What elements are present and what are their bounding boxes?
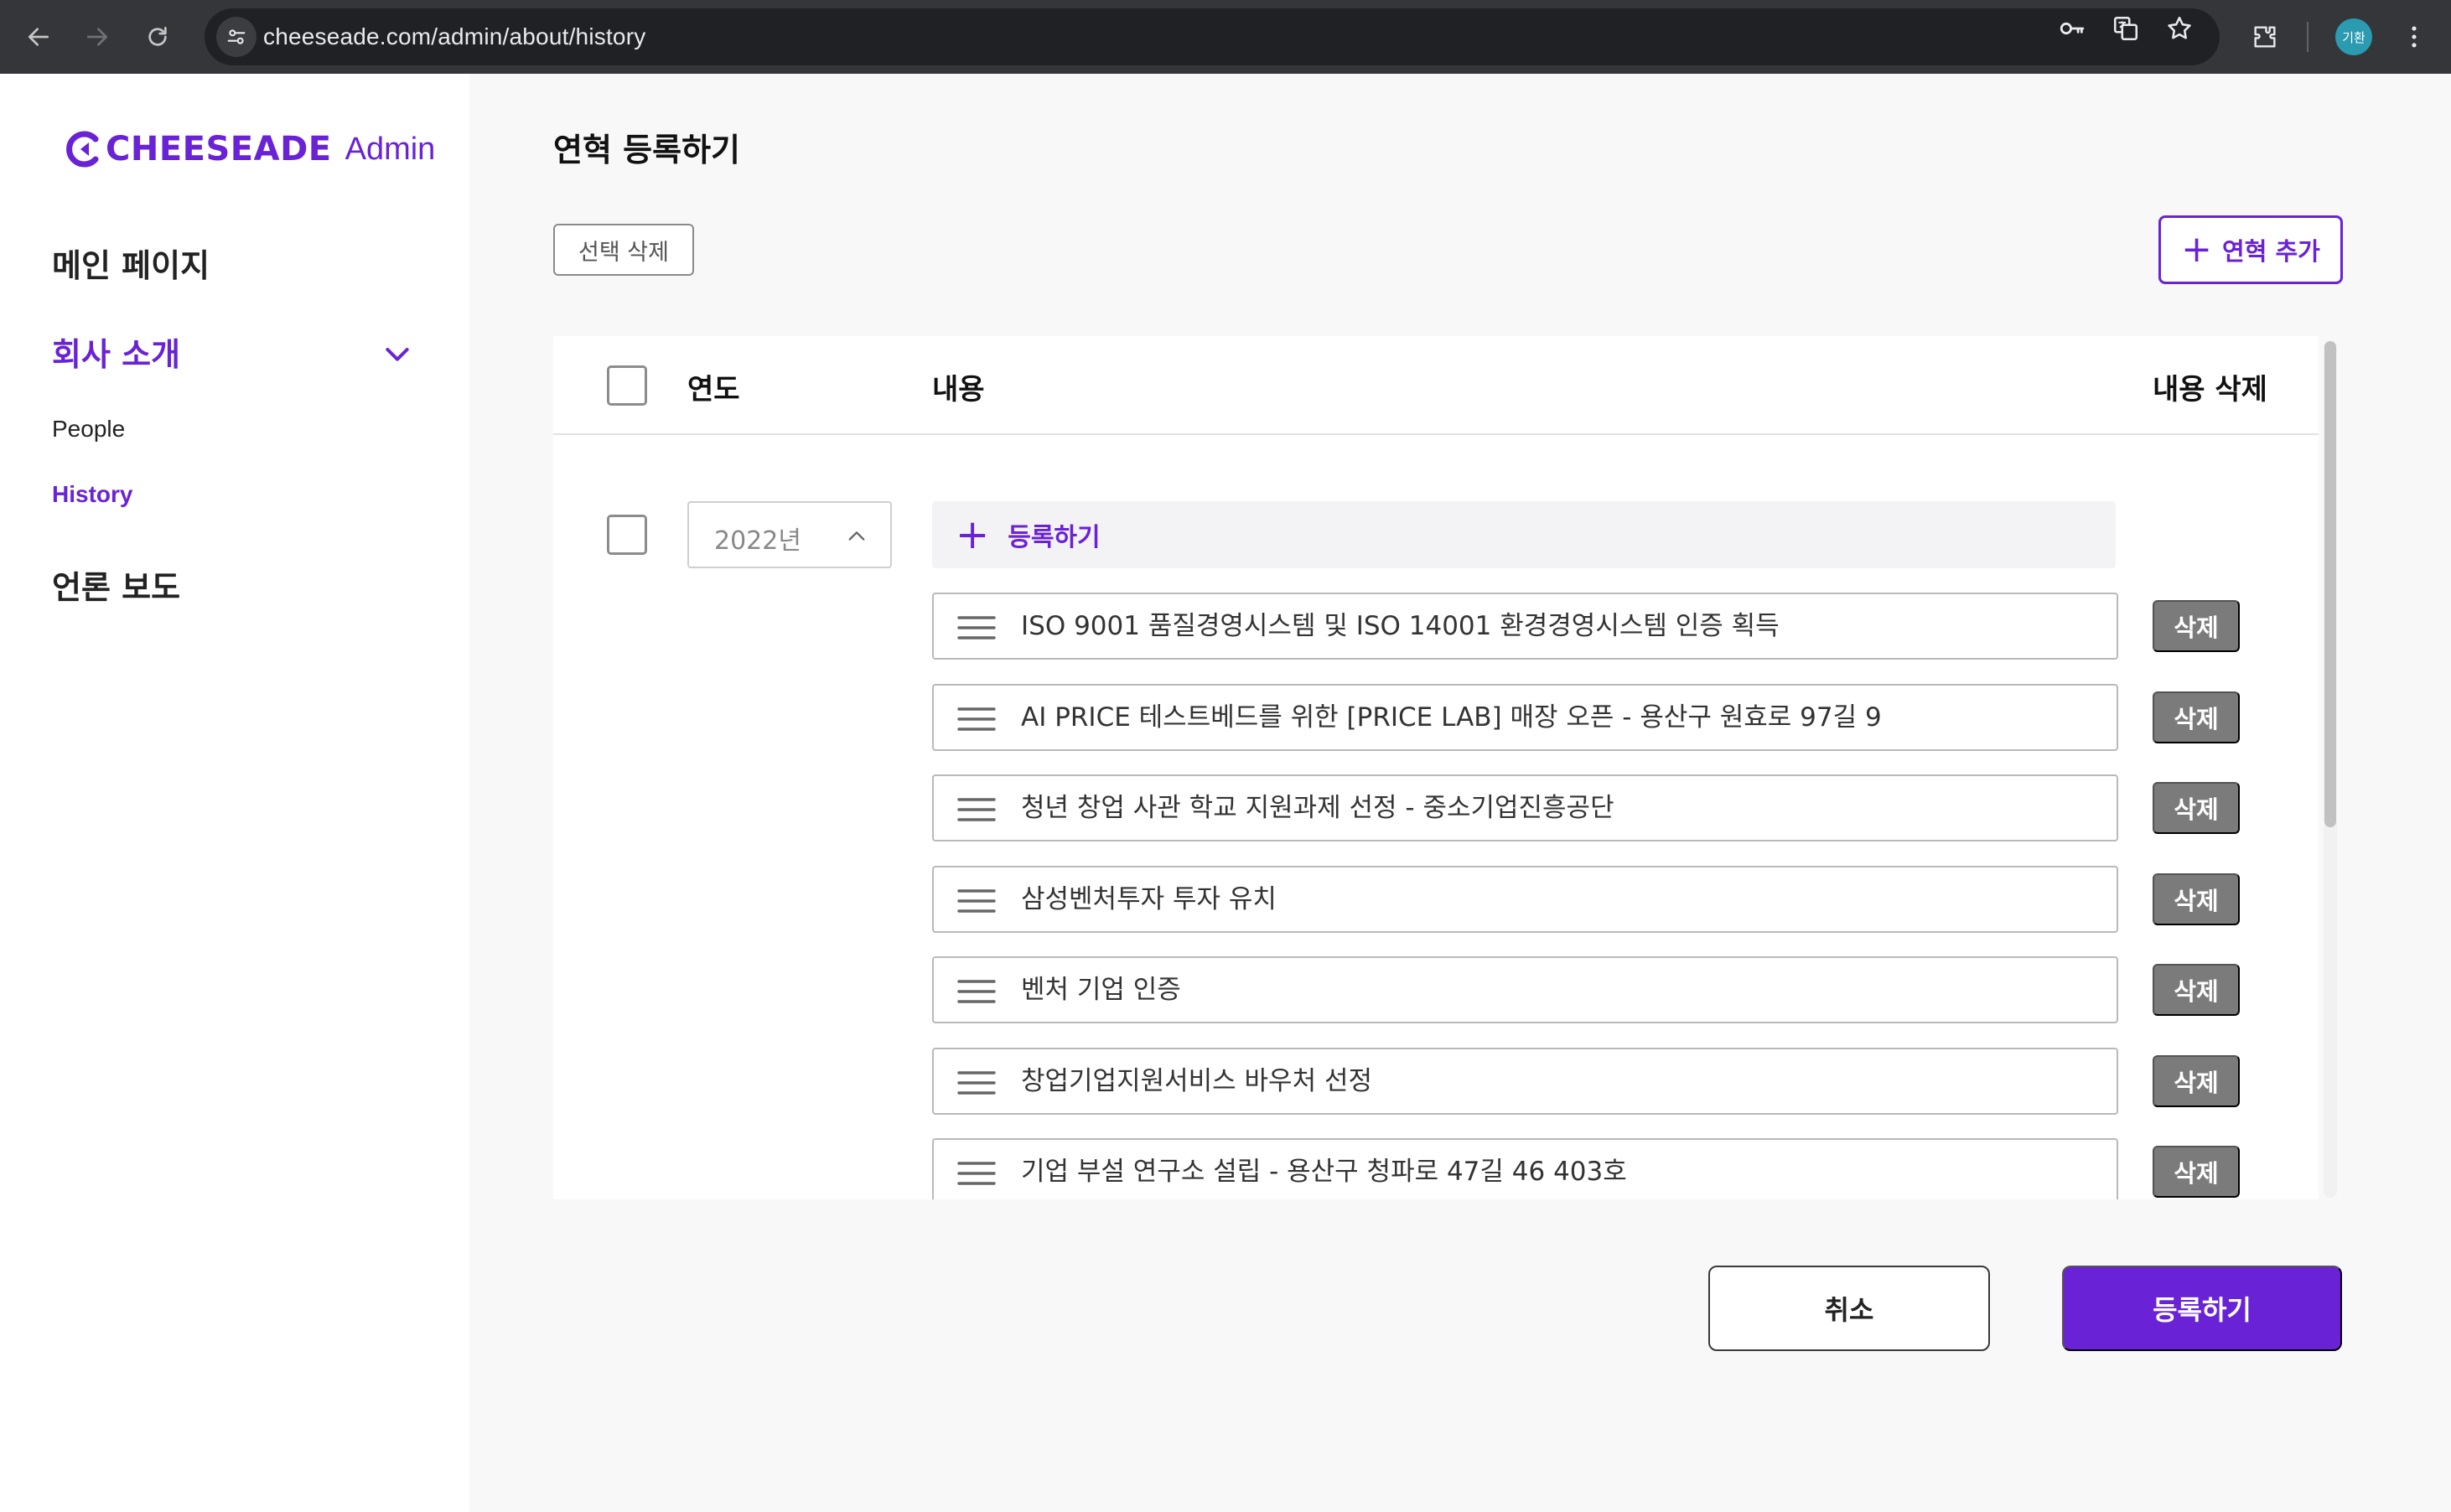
history-entry-row[interactable]: 청년 창업 사관 학교 지원과제 선정 - 중소기업진흥공단 (932, 774, 2118, 841)
drag-handle-icon[interactable] (957, 1158, 996, 1188)
column-delete: 내용 삭제 (2153, 373, 2267, 406)
column-content: 내용 (932, 373, 985, 406)
drag-handle-icon[interactable] (957, 976, 996, 1007)
history-entry-row[interactable]: 삼성벤처투자 투자 유치 (932, 865, 2118, 933)
translate-icon[interactable] (2106, 8, 2146, 49)
toolbar-divider (2307, 22, 2308, 52)
select-delete-button[interactable]: 선택 삭제 (553, 224, 694, 276)
forward-button[interactable] (77, 17, 117, 57)
browser-menu-icon[interactable] (2394, 17, 2434, 57)
sidebar-subitem-people[interactable]: People (52, 416, 125, 443)
history-entry-text[interactable]: AI PRICE 테스트베드를 위한 [PRICE LAB] 매장 오픈 - 용… (1021, 686, 1882, 749)
delete-entry-button[interactable]: 삭제 (2153, 600, 2240, 652)
extensions-icon[interactable] (2245, 17, 2285, 57)
history-entry-row[interactable]: ISO 9001 품질경영시스템 및 ISO 14001 환경경영시스템 인증 … (932, 593, 2118, 660)
profile-avatar[interactable]: 기환 (2335, 18, 2372, 55)
history-entry-row[interactable]: 벤처 기업 인증 (932, 956, 2118, 1023)
reload-icon (148, 27, 167, 46)
plus-icon: + (2181, 228, 2213, 271)
add-history-label: 연혁 추가 (2222, 237, 2320, 266)
cancel-button[interactable]: 취소 (1708, 1266, 1990, 1351)
bookmark-star-icon[interactable] (2159, 8, 2200, 49)
drag-handle-icon[interactable] (957, 704, 996, 734)
sidebar-subitem-history[interactable]: History (52, 481, 132, 508)
delete-entry-button[interactable]: 삭제 (2153, 1146, 2240, 1198)
year-select[interactable]: 2022년 (687, 501, 892, 568)
logo-wordmark: CHEESEADE (106, 130, 332, 168)
drag-handle-icon[interactable] (957, 886, 996, 916)
column-year: 연도 (687, 373, 740, 406)
delete-entry-button[interactable]: 삭제 (2153, 873, 2240, 925)
page-title: 연혁 등록하기 (553, 132, 740, 168)
history-entry-row[interactable]: 창업기업지원서비스 바우처 선정 (932, 1047, 2118, 1115)
submit-button[interactable]: 등록하기 (2062, 1266, 2342, 1351)
chevron-up-icon (848, 531, 865, 541)
history-entry-text[interactable]: 청년 창업 사관 학교 지원과제 선정 - 중소기업진흥공단 (1021, 776, 1614, 840)
brand-logo[interactable]: CHEESEADE Admin (62, 124, 435, 174)
sidebar-item-press[interactable]: 언론 보도 (52, 562, 180, 608)
browser-toolbar: cheeseade.com/admin/about/history 기환 (0, 0, 2451, 74)
reload-button[interactable] (137, 17, 178, 57)
history-table: 연도 내용 내용 삭제 2022년 + 등록하기 ISO 9001 품질경영시스… (553, 336, 2319, 1199)
arrow-right-icon (87, 28, 107, 46)
drag-handle-icon[interactable] (957, 613, 996, 643)
register-entry-label: 등록하기 (1008, 523, 1101, 552)
history-entry-text[interactable]: ISO 9001 품질경영시스템 및 ISO 14001 환경경영시스템 인증 … (1021, 594, 1780, 658)
drag-handle-icon[interactable] (957, 1068, 996, 1098)
back-button[interactable] (18, 17, 59, 57)
row-checkbox[interactable] (607, 515, 647, 555)
register-entry-button[interactable]: + 등록하기 (932, 501, 2116, 568)
site-settings-icon[interactable] (216, 17, 256, 57)
drag-handle-icon[interactable] (957, 795, 996, 825)
select-all-checkbox[interactable] (607, 365, 647, 406)
history-entry-text[interactable]: 삼성벤처투자 투자 유치 (1021, 867, 1277, 931)
year-value: 2022년 (714, 526, 801, 556)
history-entry-text[interactable]: 기업 부설 연구소 설립 - 용산구 청파로 47길 46 403호 (1021, 1140, 1627, 1199)
page-scrollbar[interactable] (2429, 74, 2451, 1512)
history-entry-text[interactable]: 벤처 기업 인증 (1021, 958, 1181, 1022)
history-entry-text[interactable]: 창업기업지원서비스 바우처 선정 (1021, 1049, 1372, 1113)
sidebar: CHEESEADE Admin 메인 페이지 회사 소개 People Hist… (0, 74, 469, 1512)
plus-icon: + (956, 511, 990, 558)
history-entry-row[interactable]: AI PRICE 테스트베드를 위한 [PRICE LAB] 매장 오픈 - 용… (932, 683, 2118, 751)
delete-entry-button[interactable]: 삭제 (2153, 1054, 2240, 1107)
logo-admin-label: Admin (345, 131, 436, 167)
chevron-down-icon[interactable] (381, 337, 414, 370)
table-scrollbar-thumb[interactable] (2324, 341, 2336, 827)
url-text[interactable]: cheeseade.com/admin/about/history (263, 8, 645, 65)
address-bar[interactable]: cheeseade.com/admin/about/history (205, 8, 2220, 65)
arrow-left-icon (28, 28, 49, 46)
table-header: 연도 내용 내용 삭제 (553, 336, 2319, 435)
cheeseade-logo-icon (66, 131, 99, 168)
delete-entry-button[interactable]: 삭제 (2153, 964, 2240, 1016)
sidebar-item-main-page[interactable]: 메인 페이지 (52, 240, 210, 286)
sidebar-item-company-intro[interactable]: 회사 소개 (52, 329, 180, 375)
password-key-icon[interactable] (2052, 8, 2092, 49)
delete-entry-button[interactable]: 삭제 (2153, 782, 2240, 834)
delete-entry-button[interactable]: 삭제 (2153, 691, 2240, 743)
add-history-button[interactable]: + 연혁 추가 (2158, 215, 2343, 284)
history-entry-row[interactable]: 기업 부설 연구소 설립 - 용산구 청파로 47길 46 403호 (932, 1138, 2118, 1199)
